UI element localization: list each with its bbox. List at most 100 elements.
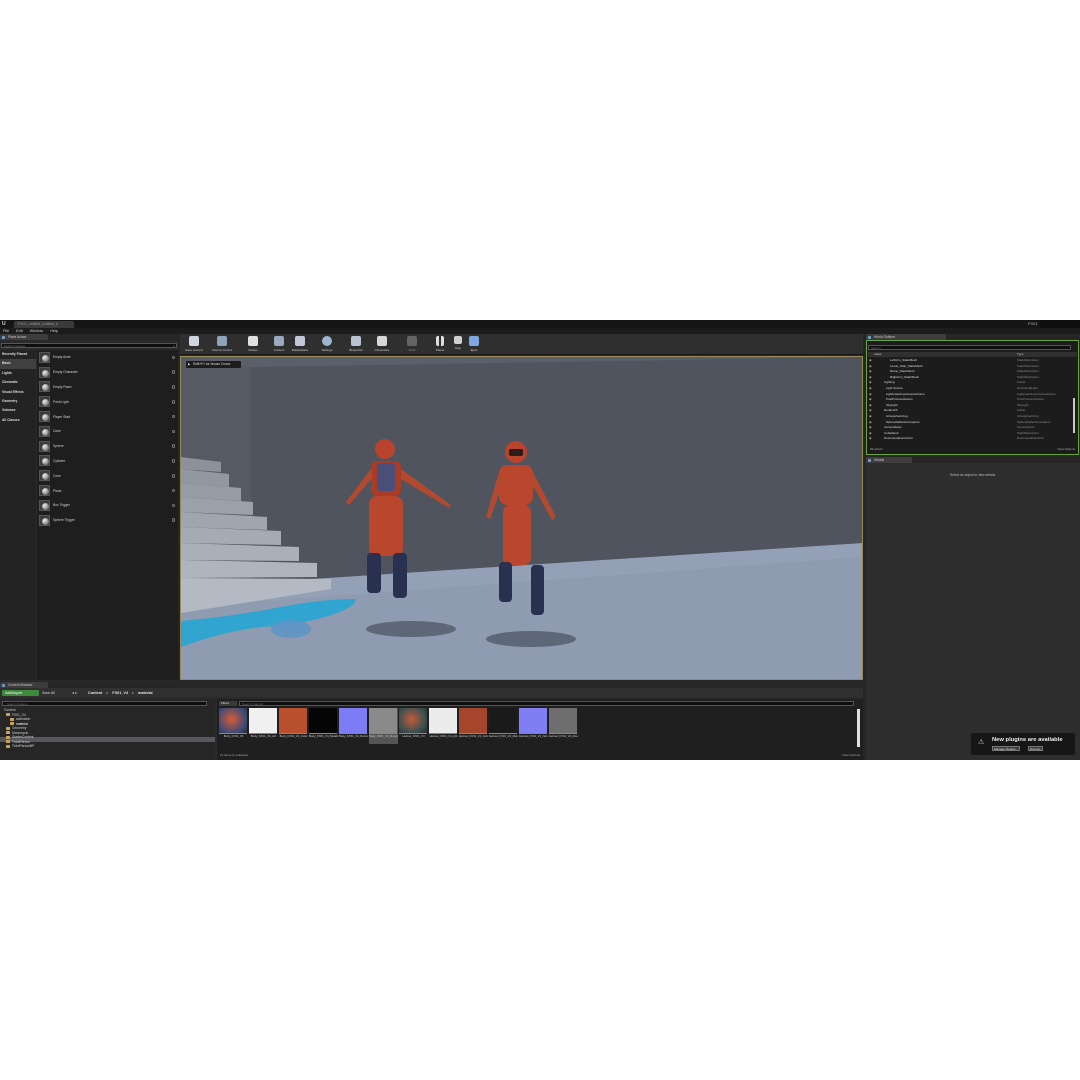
asset-tile[interactable]: Body_FX01_V4_Roughness xyxy=(369,708,398,744)
marketplace-button[interactable]: Marketplace xyxy=(288,335,312,354)
category-all-classes[interactable]: All Classes xyxy=(0,416,36,425)
outliner-row[interactable]: ◉ DocumentationActor1 DocumentationActor xyxy=(868,436,1071,442)
info-icon[interactable] xyxy=(171,488,175,493)
info-icon[interactable] xyxy=(171,518,175,522)
window-controls[interactable] xyxy=(1040,320,1080,328)
info-icon[interactable] xyxy=(171,400,175,404)
asset-tile[interactable]: Body_FX01_V4_Normal_DirectX xyxy=(339,708,368,744)
info-icon[interactable] xyxy=(171,355,175,360)
actor-item[interactable]: Empty Actor xyxy=(37,350,178,365)
asset-tile[interactable]: Helmet_FX01_V4_Roughness xyxy=(549,708,578,744)
view-options-button[interactable]: View Options xyxy=(842,753,860,757)
info-icon[interactable] xyxy=(171,503,175,508)
actor-item[interactable]: Point Light xyxy=(37,394,178,409)
pause-button[interactable]: Pause xyxy=(432,335,448,354)
info-icon[interactable] xyxy=(171,429,175,434)
actor-item[interactable]: Player Start xyxy=(37,409,178,424)
dismiss-button[interactable]: Dismiss xyxy=(1028,746,1043,751)
asset-scrollbar[interactable] xyxy=(857,709,860,747)
asset-tile[interactable]: Body_FX01_V4_Metallic xyxy=(309,708,338,744)
tree-node[interactable]: ThirdPersonBP xyxy=(6,744,34,748)
category-basic[interactable]: Basic xyxy=(0,359,36,369)
category-visual-effects[interactable]: Visual Effects xyxy=(0,388,36,397)
stop-button[interactable]: Stop xyxy=(450,335,466,354)
blueprints-button[interactable]: Blueprints xyxy=(343,335,369,354)
breadcrumb-fx01[interactable]: FX01_V4 xyxy=(112,690,128,696)
asset-tile[interactable]: Helmet_FX01_V4_Normal_DirectX xyxy=(519,708,548,744)
add-import-button[interactable]: Add/Import xyxy=(2,689,39,696)
actor-item[interactable]: Cube xyxy=(37,424,178,439)
asset-tile[interactable]: Body_FX01_V4 xyxy=(219,708,248,744)
tree-node[interactable]: Geometry xyxy=(6,726,26,730)
actor-thumbnail xyxy=(39,351,50,363)
asset-search-input[interactable]: Search material xyxy=(239,701,854,706)
actor-item[interactable]: Empty Pawn xyxy=(37,380,178,395)
cinematics-button[interactable]: Cinematics xyxy=(369,335,395,354)
eject-button[interactable]: Eject xyxy=(466,335,482,354)
tree-node[interactable]: Content xyxy=(4,708,16,712)
category-lights[interactable]: Lights xyxy=(0,369,36,378)
place-actors-search-input[interactable]: Search Classes ⌕ xyxy=(1,343,177,348)
actor-item[interactable]: Sphere xyxy=(37,439,178,454)
tree-node[interactable]: StarterContent xyxy=(6,735,33,739)
asset-thumbnail xyxy=(369,708,397,734)
actor-item[interactable]: Cone xyxy=(37,468,178,483)
asset-tile[interactable]: Body_FX01_V4_Color xyxy=(279,708,308,744)
info-icon[interactable] xyxy=(171,444,175,448)
actor-thumbnail xyxy=(39,440,50,452)
project-tab[interactable]: FX01_Untitled_Untitled_6 xyxy=(14,321,74,328)
notification-title: New plugins are available xyxy=(992,737,1063,743)
save-current-button[interactable]: Save Current xyxy=(182,335,206,354)
tree-node-label: ThirdPerson xyxy=(12,739,30,744)
actor-item[interactable]: Cylinder xyxy=(37,454,178,469)
tree-node[interactable]: material xyxy=(10,722,28,726)
save-all-button[interactable]: Save All xyxy=(42,690,55,696)
category-geometry[interactable]: Geometry xyxy=(0,397,36,406)
outliner-scrollbar[interactable] xyxy=(1073,398,1075,433)
menu-help[interactable]: Help xyxy=(50,328,58,334)
asset-tile[interactable]: Helmet_FX01_V4_Metallic xyxy=(489,708,518,744)
modes-button[interactable]: Modes xyxy=(242,335,264,354)
actor-item[interactable]: Plane xyxy=(37,483,178,498)
filters-button[interactable]: Filters xyxy=(219,701,237,706)
level-viewport[interactable]: Shift+F1 for Mouse Cursor xyxy=(180,356,863,680)
outliner-search-input[interactable]: Search... xyxy=(868,345,1071,350)
toolbar-label: Save Current xyxy=(185,348,203,352)
category-recently-placed[interactable]: Recently Placed xyxy=(0,350,36,359)
category-volumes[interactable]: Volumes xyxy=(0,406,36,415)
category-cinematic[interactable]: Cinematic xyxy=(0,378,36,387)
asset-tile[interactable]: Helmet_FX01_V4_Color xyxy=(459,708,488,744)
actor-label: Cone xyxy=(53,473,61,478)
asset-tile[interactable]: Helmet_FX01_V4_AO xyxy=(429,708,458,744)
asset-tile[interactable]: Body_FX01_V4_AO xyxy=(249,708,278,744)
breadcrumb-material[interactable]: material xyxy=(138,690,153,696)
asset-tile[interactable]: Helmet_FX01_V4 xyxy=(399,708,428,744)
settings-button[interactable]: Settings xyxy=(316,335,338,354)
info-icon[interactable] xyxy=(171,459,175,463)
info-icon[interactable] xyxy=(171,414,175,419)
actor-item[interactable]: Sphere Trigger xyxy=(37,513,178,528)
source-control-button[interactable]: Source Control xyxy=(208,335,236,354)
info-icon[interactable] xyxy=(171,370,175,374)
warning-icon: ⚠ xyxy=(978,739,985,746)
label-column-header[interactable]: Label xyxy=(874,352,881,357)
actor-item[interactable]: Empty Character xyxy=(37,365,178,380)
tree-node[interactable]: FX01_V4 xyxy=(6,713,26,717)
build-button[interactable]: Build xyxy=(402,335,422,354)
type-column-header[interactable]: Type xyxy=(1017,352,1024,357)
manage-plugins-button[interactable]: Manage Plugins... xyxy=(992,746,1021,751)
history-nav-arrows[interactable]: ◂ ▸ xyxy=(72,690,77,696)
outliner-view-options-button[interactable]: View Options xyxy=(1057,447,1075,451)
content-button[interactable]: Content xyxy=(268,335,290,354)
tree-node[interactable]: animation xyxy=(10,717,30,721)
info-icon[interactable] xyxy=(171,474,175,478)
actor-item[interactable]: Box Trigger xyxy=(37,498,178,513)
viewport-options-menu[interactable]: Shift+F1 for Mouse Cursor xyxy=(186,361,241,368)
folder-icon xyxy=(6,744,10,748)
visibility-eye-icon[interactable]: ◉ xyxy=(869,436,872,442)
info-icon[interactable] xyxy=(171,385,175,389)
tree-node[interactable]: Mannequin xyxy=(6,731,28,735)
folder-search-input[interactable]: Search Folders xyxy=(2,701,207,706)
tree-node[interactable]: ThirdPerson xyxy=(6,740,30,744)
breadcrumb-content[interactable]: Content xyxy=(88,690,102,696)
